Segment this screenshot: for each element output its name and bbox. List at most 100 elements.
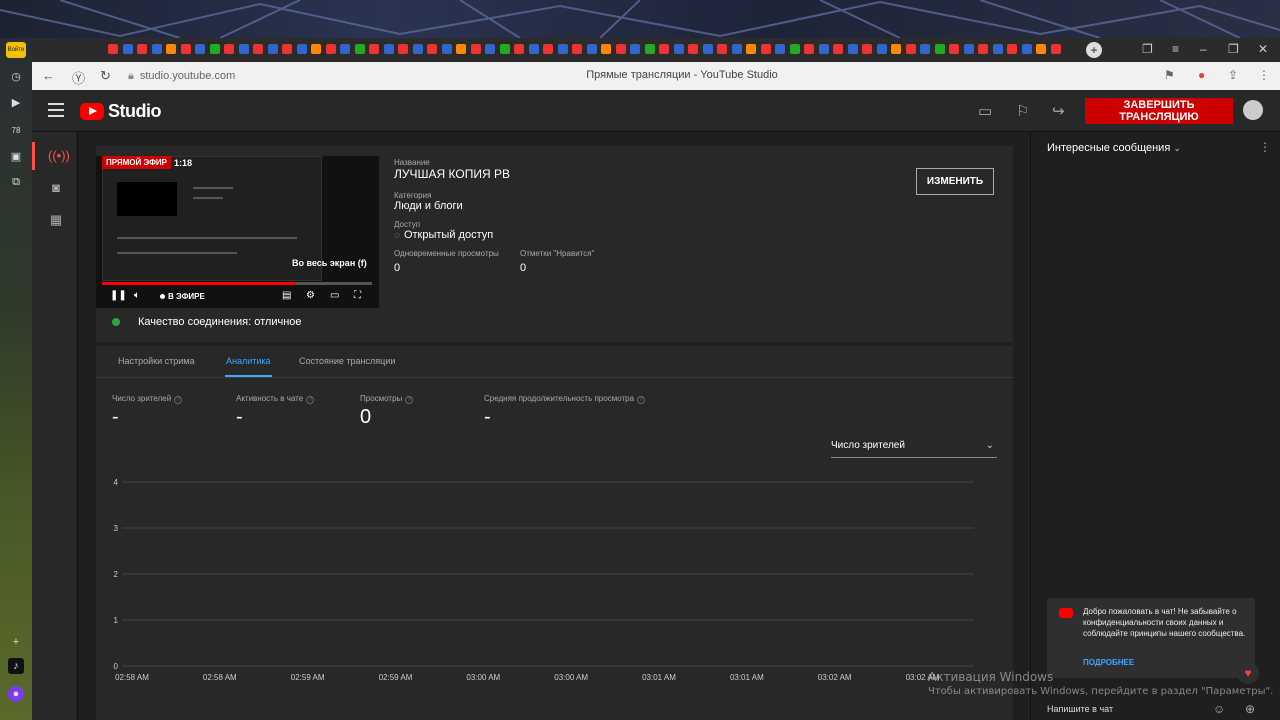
fullscreen-icon[interactable]: ⛶ xyxy=(354,290,361,301)
add-icon[interactable]: + xyxy=(8,634,24,650)
browser-tab[interactable] xyxy=(992,44,1003,54)
browser-tab[interactable] xyxy=(267,44,278,54)
tab-stream-status[interactable]: Состояние трансляции xyxy=(299,356,395,366)
browser-tab[interactable] xyxy=(775,44,785,54)
browser-tab[interactable] xyxy=(862,44,872,54)
calendar-icon[interactable]: ▦ xyxy=(48,212,64,228)
browser-tab[interactable] xyxy=(949,44,959,54)
browser-tab[interactable] xyxy=(499,44,510,54)
share-icon[interactable]: ⇪ xyxy=(1228,68,1238,82)
emoji-icon[interactable]: ☺ xyxy=(1213,702,1225,716)
browser-tab[interactable] xyxy=(514,44,524,54)
browser-tab[interactable] xyxy=(412,44,423,54)
bookmark-header-icon[interactable]: ⚐ xyxy=(1016,102,1029,120)
close-window-icon[interactable]: ✕ xyxy=(1258,42,1268,56)
browser-tab[interactable] xyxy=(398,44,408,54)
browser-tab[interactable] xyxy=(572,44,582,54)
end-stream-button[interactable]: ЗАВЕРШИТЬ ТРАНСЛЯЦИЮ xyxy=(1085,98,1233,124)
browser-tab[interactable] xyxy=(789,44,800,54)
browser-tab[interactable] xyxy=(1007,44,1017,54)
browser-tab[interactable] xyxy=(137,44,147,54)
browser-tab[interactable] xyxy=(1021,44,1032,54)
browser-tab[interactable] xyxy=(108,44,118,54)
live-stream-icon[interactable]: ((•)) xyxy=(48,148,70,163)
chat-input[interactable]: Напишите в чат xyxy=(1047,704,1113,714)
browser-tab[interactable] xyxy=(311,44,321,54)
add-chat-icon[interactable]: ⊕ xyxy=(1245,702,1255,716)
chat-filter-dropdown[interactable]: Интересные сообщения ⌄ xyxy=(1047,142,1181,154)
browser-tab[interactable] xyxy=(253,44,263,54)
cast-icon[interactable]: ▭ xyxy=(330,290,339,301)
browser-tab[interactable] xyxy=(891,44,901,54)
edit-button[interactable]: ИЗМЕНИТЬ xyxy=(916,168,994,195)
clock-icon[interactable]: ◷ xyxy=(8,68,24,84)
hamburger-menu-icon[interactable] xyxy=(48,103,64,117)
browser-tab[interactable] xyxy=(731,44,742,54)
browser-tab[interactable] xyxy=(1036,44,1046,54)
browser-tab[interactable] xyxy=(673,44,684,54)
monitor-icon[interactable]: ▭ xyxy=(978,102,992,120)
extension-icon[interactable]: ● xyxy=(1198,68,1205,82)
browser-tab[interactable] xyxy=(847,44,858,54)
browser-tab[interactable] xyxy=(586,44,597,54)
browser-tab[interactable] xyxy=(383,44,394,54)
browser-tab[interactable] xyxy=(485,44,495,54)
browser-tab[interactable] xyxy=(470,44,481,54)
more-link[interactable]: ПОДРОБНЕЕ xyxy=(1083,658,1134,667)
assistant-icon[interactable]: ● xyxy=(8,686,24,702)
browser-tab[interactable] xyxy=(630,44,640,54)
browser-tab[interactable] xyxy=(702,44,713,54)
browser-tab[interactable] xyxy=(905,44,916,54)
browser-tab[interactable] xyxy=(122,44,133,54)
pause-icon[interactable]: ❚❚ xyxy=(110,290,127,301)
bookmark-icon[interactable]: ⚑ xyxy=(1164,68,1175,82)
browser-tab[interactable] xyxy=(180,44,191,54)
more-icon[interactable]: ⋮ xyxy=(1258,68,1270,82)
browser-tab[interactable] xyxy=(717,44,727,54)
browser-tab[interactable] xyxy=(659,44,669,54)
browser-tab[interactable] xyxy=(325,44,336,54)
tiktok-icon[interactable]: ♪ xyxy=(8,658,24,674)
new-tab-icon[interactable]: + xyxy=(1086,42,1102,58)
help-icon[interactable]: ? xyxy=(405,396,414,404)
browser-tab[interactable] xyxy=(354,44,365,54)
browser-tab[interactable] xyxy=(209,44,220,54)
browser-tab[interactable] xyxy=(238,44,249,54)
camera-icon[interactable]: ◙ xyxy=(48,180,64,195)
video-icon[interactable]: ▶ xyxy=(8,94,24,110)
help-icon[interactable]: ? xyxy=(306,396,315,404)
menu-icon[interactable]: ≡ xyxy=(1172,42,1179,56)
browser-tab[interactable] xyxy=(427,44,437,54)
browser-tab[interactable] xyxy=(644,44,655,54)
help-icon[interactable]: ? xyxy=(637,396,646,404)
browser-tab[interactable] xyxy=(441,44,452,54)
share-header-icon[interactable]: ↪ xyxy=(1052,102,1065,120)
browser-tab[interactable] xyxy=(1050,44,1061,54)
tab-analytics[interactable]: Аналитика xyxy=(226,356,271,366)
tabs-panel-icon[interactable]: ❐ xyxy=(1142,42,1153,56)
browser-tab[interactable] xyxy=(804,44,814,54)
browser-tab[interactable] xyxy=(818,44,829,54)
browser-tab[interactable] xyxy=(166,44,176,54)
studio-logo[interactable]: Studio xyxy=(80,101,162,122)
browser-tab[interactable] xyxy=(876,44,887,54)
help-icon[interactable]: ? xyxy=(174,396,183,404)
copy-icon[interactable]: ⧉ xyxy=(8,174,24,190)
login-button[interactable]: Войти xyxy=(6,42,26,58)
volume-icon[interactable]: 🔈︎ xyxy=(134,290,140,301)
browser-tab[interactable] xyxy=(833,44,843,54)
browser-tab[interactable] xyxy=(456,44,466,54)
browser-tab[interactable] xyxy=(746,44,756,54)
browser-tab[interactable] xyxy=(282,44,292,54)
browser-tab[interactable] xyxy=(528,44,539,54)
browser-tab[interactable] xyxy=(760,44,771,54)
browser-tab[interactable] xyxy=(601,44,611,54)
browser-tab[interactable] xyxy=(978,44,988,54)
browser-tab[interactable] xyxy=(688,44,698,54)
minimize-icon[interactable]: – xyxy=(1200,42,1207,56)
browser-tab[interactable] xyxy=(963,44,974,54)
browser-tab[interactable] xyxy=(195,44,205,54)
avatar[interactable] xyxy=(1243,100,1263,120)
browser-tab[interactable] xyxy=(151,44,162,54)
browser-tab[interactable] xyxy=(296,44,307,54)
